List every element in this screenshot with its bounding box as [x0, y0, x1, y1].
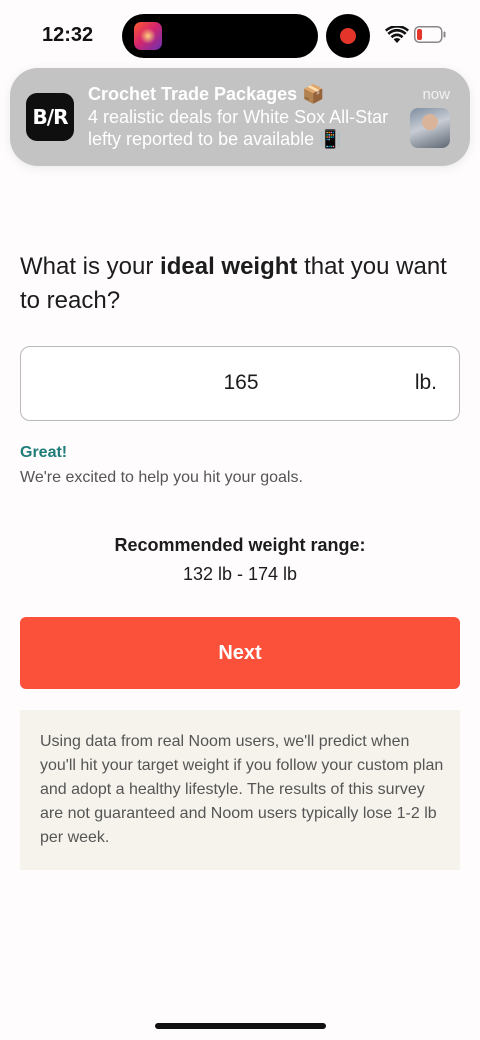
notification-time: now: [422, 86, 450, 103]
home-indicator[interactable]: [155, 1023, 326, 1029]
disclaimer-box: Using data from real Noom users, we'll p…: [20, 710, 460, 870]
question-emphasis: ideal weight: [160, 253, 298, 280]
dynamic-island[interactable]: [122, 14, 318, 58]
feedback-title: Great!: [20, 444, 68, 461]
screen: 12:32 B/R Crochet Trade Packages 📦 now 4…: [0, 0, 480, 1040]
battery-low-icon: [414, 26, 446, 43]
wifi-icon: [385, 26, 409, 43]
notification-thumbnail: [410, 108, 450, 148]
question-prefix: What is your: [20, 253, 161, 280]
record-dot-icon: [340, 28, 356, 44]
status-bar: 12:32: [0, 0, 480, 70]
question-heading: What is your ideal weight that you want …: [20, 250, 460, 318]
notification-banner[interactable]: B/R Crochet Trade Packages 📦 now 4 reali…: [10, 68, 470, 166]
feedback-text: We're excited to help you hit your goals…: [20, 469, 303, 486]
recommended-range-value: 132 lb - 174 lb: [182, 564, 298, 584]
next-button[interactable]: Next: [20, 617, 460, 689]
music-app-icon[interactable]: [134, 22, 162, 50]
weight-input-value[interactable]: 165: [21, 371, 461, 395]
recommended-range-title: Recommended weight range:: [114, 535, 366, 555]
recording-indicator[interactable]: [326, 14, 370, 58]
status-time: 12:32: [42, 24, 94, 46]
bleacher-report-app-icon: B/R: [26, 93, 74, 141]
weight-unit-label: lb.: [414, 371, 437, 394]
weight-input-field[interactable]: 165 lb.: [20, 346, 460, 421]
disclaimer-text: Using data from real Noom users, we'll p…: [40, 733, 444, 846]
notification-title: Crochet Trade Packages 📦: [88, 84, 325, 104]
notification-body: 4 realistic deals for White Sox All-Star…: [88, 107, 389, 149]
